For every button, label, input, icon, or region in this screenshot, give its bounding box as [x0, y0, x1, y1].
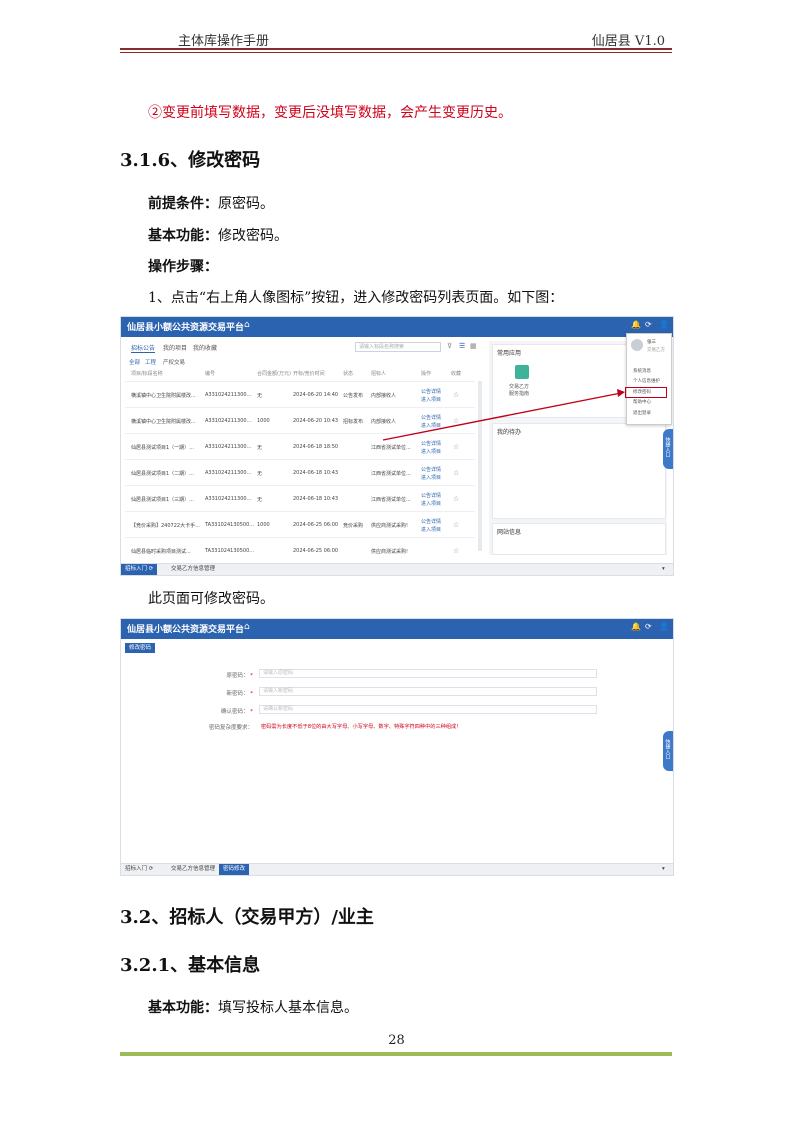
bottom-tab-bar: 招标入门 ⟳ 交易乙方信息管理 ▾	[121, 563, 673, 575]
bottom-tab-password-change[interactable]: 密码修改	[219, 864, 250, 875]
change-history-note: ②变更前填写数据，变更后没填写数据，会产生变更历史。	[148, 105, 512, 121]
bottom-tab-bidding-intro[interactable]: 招标入门 ⟳	[121, 864, 157, 875]
password-rule-label: 密码复杂度要求：	[208, 725, 253, 731]
confirm-password-input[interactable]: 请确认新密码	[259, 705, 597, 714]
bell-icon[interactable]: 🔔	[631, 622, 641, 631]
bottom-tab-party-b-info[interactable]: 交易乙方信息管理	[167, 564, 219, 575]
steps-label: 操作步骤：	[148, 259, 218, 275]
basic-info-function-label: 基本功能：	[148, 1000, 218, 1016]
section-3-1-6-heading: 3.1.6、修改密码	[120, 150, 261, 171]
precondition-line: 前提条件：原密码。	[148, 193, 274, 213]
header-rule	[120, 48, 672, 50]
function-line: 基本功能：修改密码。	[148, 225, 288, 245]
refresh-icon[interactable]: ⟳	[645, 622, 652, 631]
old-password-input[interactable]: 请输入原密码	[259, 669, 597, 678]
bottom-tab-bidding-intro[interactable]: 招标入门 ⟳	[121, 564, 158, 575]
page-number: 28	[388, 1033, 405, 1048]
home-icon[interactable]: ⌂	[244, 622, 250, 632]
precondition-label: 前提条件：	[148, 196, 218, 212]
change-password-button[interactable]: 修改密码	[125, 643, 156, 653]
precondition-text: 原密码。	[218, 196, 274, 212]
bottom-tab-bar: 招标入门 ⟳ 交易乙方信息管理 密码修改 ▾	[121, 863, 673, 875]
header-county-version: 仙居县 V1.0	[591, 34, 665, 49]
step-1-text: 1、点击“右上角人像图标”按钮，进入修改密码列表页面。如下图：	[148, 290, 564, 306]
confirm-password-label: 确认密码： *	[220, 709, 253, 715]
new-password-input[interactable]: 请输入新密码	[259, 687, 597, 696]
expand-icon[interactable]: ▾	[658, 864, 669, 875]
function-label: 基本功能：	[148, 228, 218, 244]
old-password-label: 原密码： *	[226, 673, 253, 679]
user-avatar-icon[interactable]: 👤	[659, 622, 669, 631]
header-doc-title: 主体库操作手册	[178, 34, 270, 49]
app-topbar: 仙居县小额公共资源交易平台 ⌂ 🔔 ⟳ 👤	[121, 619, 673, 639]
expand-icon[interactable]: ▾	[658, 564, 669, 575]
bottom-tab-party-b-info[interactable]: 交易乙方信息管理	[167, 864, 219, 875]
header-rule-thin	[120, 52, 672, 53]
basic-info-function-line: 基本功能：填写投标人基本信息。	[148, 997, 358, 1017]
screenshot-user-menu: 仙居县小额公共资源交易平台 ⌂ 🔔 ⟳ 👤 招标公告 我的项目 我的收藏 请输入…	[120, 316, 674, 576]
new-password-label: 新密码： *	[226, 691, 253, 697]
app-title: 仙居县小额公共资源交易平台	[127, 625, 245, 635]
caption-change-password: 此页面可修改密码。	[148, 591, 274, 607]
section-3-2-1-heading: 3.2.1、基本信息	[120, 955, 261, 976]
function-text: 修改密码。	[218, 228, 288, 244]
basic-info-function-text: 填写投标人基本信息。	[218, 1000, 358, 1016]
footer-rule	[120, 1052, 672, 1056]
quick-entry-button[interactable]: 快捷入口	[663, 731, 673, 771]
section-3-2-heading: 3.2、招标人（交易甲方）/业主	[120, 907, 374, 928]
password-rule-text: 密码需为长度不低于8位的由大写字母、小写字母、数字、特殊字符四种中的三种组成！	[261, 724, 462, 730]
pointer-arrow	[382, 389, 625, 441]
screenshot-change-password: 仙居县小额公共资源交易平台 ⌂ 🔔 ⟳ 👤 修改密码 原密码： * 请输入原密码…	[120, 618, 674, 876]
